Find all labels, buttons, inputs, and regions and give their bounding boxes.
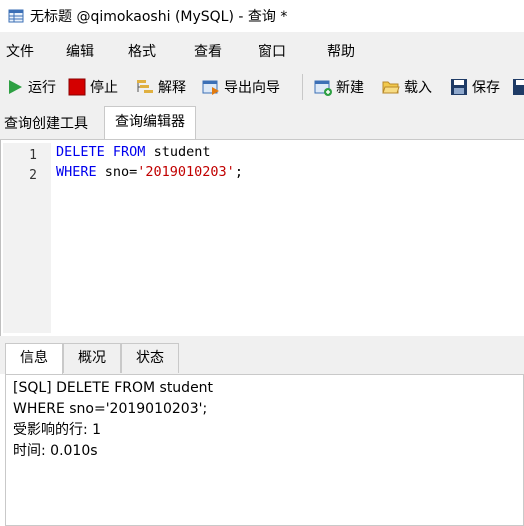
result-tab-bar: 信息 概况 状态: [0, 336, 524, 375]
explain-icon: [136, 78, 154, 96]
code-token: student: [145, 144, 211, 160]
run-button[interactable]: 运行: [6, 77, 56, 97]
toolbar: 运行 停止 解释 导出向导 新建 载入 保存: [0, 68, 524, 106]
menu-edit[interactable]: 编辑: [66, 41, 94, 61]
info-line: 受影响的行: 1: [13, 422, 102, 438]
window-title: 无标题 @qimokaoshi (MySQL) - 查询 *: [30, 9, 288, 25]
menu-bar: 文件 编辑 格式 查看 窗口 帮助: [0, 32, 524, 68]
run-label: 运行: [28, 80, 56, 96]
line-number: 1: [29, 148, 37, 163]
menu-file[interactable]: 文件: [6, 41, 34, 61]
keyword-token: DELETE: [56, 144, 105, 160]
info-output-panel: [SQL] DELETE FROM student WHERE sno='201…: [5, 374, 524, 526]
string-token: '2019010203': [137, 164, 235, 180]
tab-info[interactable]: 信息: [5, 343, 63, 375]
load-button[interactable]: 载入: [382, 77, 432, 97]
floppy-save-icon: [450, 78, 468, 96]
new-table-icon: [314, 78, 332, 96]
tab-query-builder[interactable]: 查询创建工具: [4, 111, 88, 138]
code-line-2: WHERE sno='2019010203';: [56, 164, 243, 180]
tab-query-editor[interactable]: 查询编辑器: [104, 106, 196, 139]
tab-status[interactable]: 状态: [121, 343, 179, 373]
code-token: ;: [234, 164, 243, 180]
menu-window[interactable]: 窗口: [258, 41, 286, 61]
save-button[interactable]: 保存: [450, 77, 500, 97]
sql-editor[interactable]: 1 2 DELETE FROM student WHERE sno='20190…: [0, 140, 524, 336]
new-label: 新建: [336, 80, 364, 96]
keyword-token: FROM: [112, 144, 146, 160]
info-line: 时间: 0.010s: [13, 443, 98, 459]
export-wizard-label: 导出向导: [224, 80, 280, 96]
toolbar-divider: [302, 74, 303, 100]
app-table-icon: [8, 8, 24, 24]
menu-help[interactable]: 帮助: [327, 41, 355, 61]
tab-profile[interactable]: 概况: [63, 343, 121, 373]
save-label: 保存: [472, 80, 500, 96]
info-line: [SQL] DELETE FROM student: [13, 380, 214, 396]
line-number: 2: [29, 168, 37, 183]
code-line-1: DELETE FROM student: [56, 144, 210, 160]
export-icon: [202, 78, 220, 96]
menu-view[interactable]: 查看: [194, 41, 222, 61]
line-number-gutter: 1 2: [3, 143, 51, 333]
explain-label: 解释: [158, 80, 186, 96]
info-line: WHERE sno='2019010203';: [13, 401, 208, 417]
keyword-token: WHERE: [56, 164, 97, 180]
stop-button[interactable]: 停止: [68, 77, 118, 97]
editor-tab-bar: 查询创建工具 查询编辑器: [0, 106, 524, 140]
stop-icon: [68, 78, 86, 96]
stop-label: 停止: [90, 80, 118, 96]
load-label: 载入: [404, 80, 432, 96]
folder-open-icon: [382, 78, 400, 96]
explain-button[interactable]: 解释: [136, 77, 186, 97]
overflow-tool-button[interactable]: [512, 77, 524, 97]
title-bar: 无标题 @qimokaoshi (MySQL) - 查询 *: [0, 0, 524, 32]
save-as-icon: [512, 78, 524, 96]
export-wizard-button[interactable]: 导出向导: [202, 77, 280, 97]
new-button[interactable]: 新建: [314, 77, 364, 97]
play-icon: [6, 78, 24, 96]
menu-format[interactable]: 格式: [128, 41, 156, 61]
code-token: sno=: [96, 164, 138, 180]
